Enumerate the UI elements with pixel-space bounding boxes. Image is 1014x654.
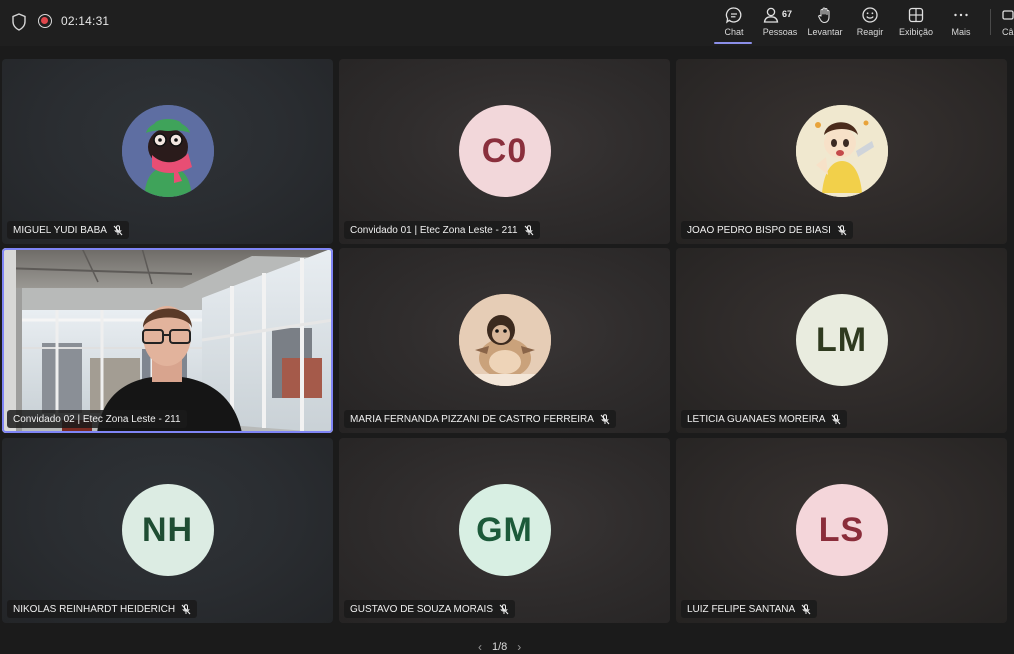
participant-nameplate: GUSTAVO DE SOUZA MORAIS — [344, 600, 515, 618]
recording-indicator-icon — [38, 14, 52, 28]
camera-button[interactable]: Câ — [1002, 4, 1014, 42]
participant-nameplate: NIKOLAS REINHARDT HEIDERICH — [7, 600, 198, 618]
participant-tile[interactable]: LS LUIZ FELIPE SANTANA — [676, 438, 1007, 623]
mic-muted-icon — [181, 603, 191, 614]
more-icon — [954, 13, 968, 17]
meeting-toolbar: 02:14:31 Chat 67 Pessoas Levantar Reagir… — [0, 0, 1014, 46]
avatar-initials: LM — [815, 320, 868, 359]
chat-label: Chat — [724, 27, 744, 37]
mic-muted-icon — [837, 224, 847, 235]
participant-name: JOAO PEDRO BISPO DE BIASI — [687, 224, 831, 236]
raise-hand-label: Levantar — [807, 27, 843, 37]
anime-avatar — [795, 105, 888, 197]
more-label: Mais — [951, 27, 971, 37]
smiley-icon — [862, 7, 878, 23]
participant-tile[interactable]: JOAO PEDRO BISPO DE BIASI — [676, 59, 1007, 244]
participant-name: MIGUEL YUDI BABA — [13, 224, 107, 236]
monkey-photo-avatar — [458, 294, 551, 386]
participant-tile[interactable]: C0 Convidado 01 | Etec Zona Leste - 211 — [339, 59, 670, 244]
chat-button[interactable]: Chat — [716, 4, 752, 42]
view-grid-icon — [908, 7, 924, 23]
raise-hand-button[interactable]: Levantar — [806, 4, 844, 42]
participant-name: Convidado 01 | Etec Zona Leste - 211 — [350, 224, 518, 236]
toolbar-divider — [990, 9, 991, 35]
participant-tile[interactable]: LM LETICIA GUANAES MOREIRA — [676, 248, 1007, 433]
initials-avatar: NH — [121, 484, 214, 576]
more-button[interactable]: Mais — [946, 4, 976, 42]
initials-avatar: LS — [795, 484, 888, 576]
react-label: Reagir — [856, 27, 884, 37]
people-icon — [763, 7, 779, 23]
people-button[interactable]: 67 Pessoas — [760, 4, 800, 42]
initials-avatar: GM — [458, 484, 551, 576]
mic-muted-icon — [600, 413, 610, 424]
people-label: Pessoas — [762, 27, 798, 37]
raise-hand-icon — [818, 7, 830, 24]
participant-nameplate: MARIA FERNANDA PIZZANI DE CASTRO FERREIR… — [344, 410, 616, 428]
participant-name: GUSTAVO DE SOUZA MORAIS — [350, 603, 493, 615]
avatar-initials: LS — [818, 510, 865, 549]
participant-nameplate: Convidado 02 | Etec Zona Leste - 211 — [7, 410, 187, 428]
avatar-initials: NH — [141, 510, 194, 549]
video-feed — [2, 248, 333, 433]
avatar-initials: GM — [476, 510, 533, 549]
participant-name: LUIZ FELIPE SANTANA — [687, 603, 796, 615]
participant-nameplate: LUIZ FELIPE SANTANA — [681, 600, 818, 618]
call-timer: 02:14:31 — [61, 14, 110, 28]
view-button[interactable]: Exibição — [896, 4, 936, 42]
mic-muted-icon — [499, 603, 509, 614]
participant-tile[interactable]: MARIA FERNANDA PIZZANI DE CASTRO FERREIR… — [339, 248, 670, 433]
cartoon-avatar — [121, 105, 214, 197]
participant-nameplate: Convidado 01 | Etec Zona Leste - 211 — [344, 221, 540, 239]
participant-tile[interactable]: GM GUSTAVO DE SOUZA MORAIS — [339, 438, 670, 623]
participant-nameplate: LETICIA GUANAES MOREIRA — [681, 410, 848, 428]
chat-icon — [725, 7, 742, 24]
participant-name: Convidado 02 | Etec Zona Leste - 211 — [13, 413, 181, 425]
page-indicator: 1/8 — [492, 641, 508, 653]
participant-name: MARIA FERNANDA PIZZANI DE CASTRO FERREIR… — [350, 413, 594, 425]
shield-icon — [12, 13, 26, 31]
participant-name: NIKOLAS REINHARDT HEIDERICH — [13, 603, 176, 615]
participant-name: LETICIA GUANAES MOREIRA — [687, 413, 826, 425]
chat-active-indicator — [714, 42, 752, 44]
participant-tile[interactable]: Convidado 02 | Etec Zona Leste - 211 — [2, 248, 333, 433]
participant-tile[interactable]: NH NIKOLAS REINHARDT HEIDERICH — [2, 438, 333, 623]
react-button[interactable]: Reagir — [852, 4, 888, 42]
participant-nameplate: MIGUEL YUDI BABA — [7, 221, 129, 239]
camera-icon — [1002, 10, 1014, 20]
initials-avatar: C0 — [458, 105, 551, 197]
participant-nameplate: JOAO PEDRO BISPO DE BIASI — [681, 221, 853, 239]
people-count: 67 — [782, 9, 793, 19]
mic-muted-icon — [801, 603, 811, 614]
mic-muted-icon — [113, 224, 123, 235]
mic-muted-icon — [831, 413, 841, 424]
mic-muted-icon — [524, 224, 533, 235]
avatar-initials: C0 — [481, 131, 528, 170]
participant-tile[interactable]: MIGUEL YUDI BABA — [2, 59, 333, 244]
camera-label: Câ — [1002, 27, 1014, 37]
view-label: Exibição — [898, 27, 934, 37]
initials-avatar: LM — [795, 294, 888, 386]
